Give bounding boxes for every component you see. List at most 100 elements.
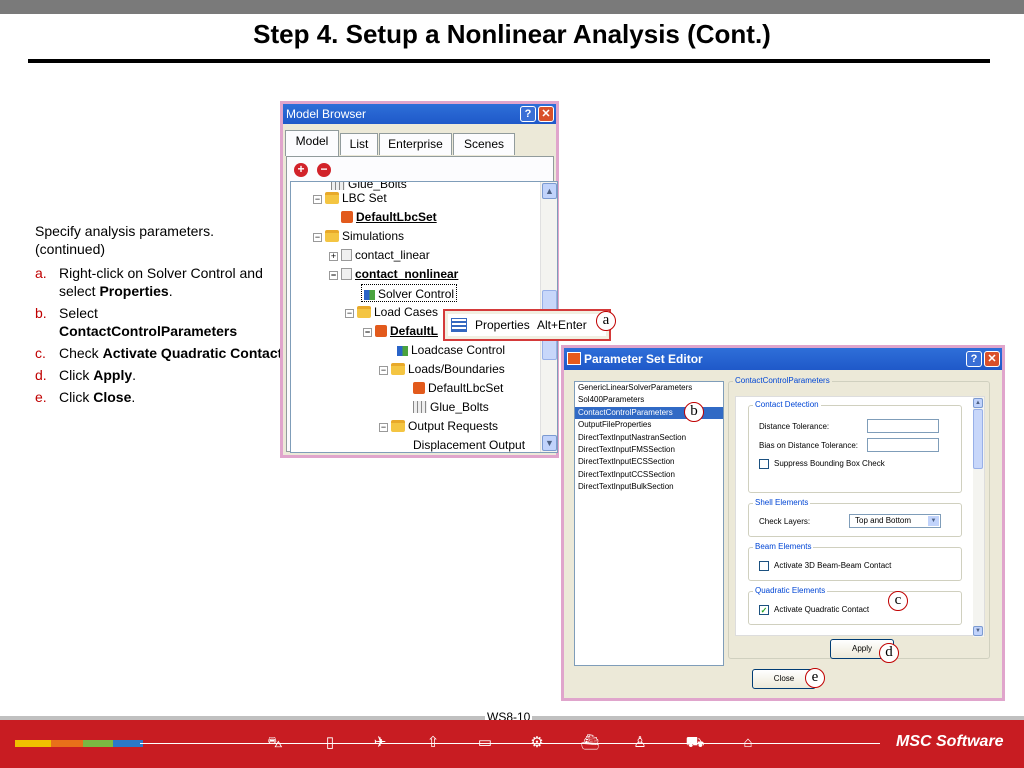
instructions-intro: Specify analysis parameters. — [35, 223, 214, 239]
scroll-up-icon[interactable]: ▲ — [542, 183, 557, 199]
quadratic-elements-fieldset: Quadratic Elements ✓ Activate Quadratic … — [748, 586, 962, 625]
callout-a: a — [596, 311, 616, 331]
step-marker: c. — [35, 345, 46, 361]
list-item[interactable]: OutputFileProperties — [575, 419, 723, 431]
parameter-scrollbar[interactable]: ▲ ▼ — [973, 397, 984, 637]
distance-tolerance-input[interactable] — [867, 419, 939, 433]
model-browser-title: Model Browser — [286, 107, 367, 121]
step-text: Select — [59, 305, 98, 321]
car-icon: ⛍ — [267, 734, 283, 751]
chevron-down-icon[interactable]: ▼ — [928, 516, 939, 526]
steps-list: a. Right-click on Solver Control and sele… — [35, 264, 285, 406]
help-button[interactable]: ? — [966, 351, 982, 367]
step-marker: a. — [35, 265, 47, 281]
list-item[interactable]: GenericLinearSolverParameters — [575, 382, 723, 394]
collapse-icon[interactable]: − — [313, 233, 322, 242]
distance-tolerance-label: Distance Tolerance: — [759, 422, 830, 431]
step-d: d. Click Apply. — [35, 366, 285, 384]
list-item[interactable]: DirectTextInputECSSection — [575, 456, 723, 468]
callout-e: e — [805, 668, 825, 688]
parameter-set-list: GenericLinearSolverParameters Sol400Para… — [574, 381, 724, 666]
bias-tolerance-input[interactable] — [867, 438, 939, 452]
step-bold: Activate Quadratic Contact — [102, 345, 283, 361]
activate-quadratic-checkbox[interactable]: ✓ — [759, 605, 769, 615]
collapse-icon[interactable]: − — [379, 423, 388, 432]
tree-item-displacement-output[interactable]: Displacement Output — [413, 436, 525, 452]
suppress-bounding-box-checkbox[interactable] — [759, 459, 769, 469]
folder-icon — [325, 230, 339, 242]
collapse-icon[interactable]: − — [345, 309, 354, 318]
tree-item-solver-control[interactable]: Solver Control — [361, 284, 458, 302]
footer-band — [0, 720, 1024, 768]
tree-item-loadcase-control[interactable]: Loadcase Control — [397, 341, 505, 359]
activate-3d-beam-checkbox[interactable] — [759, 561, 769, 571]
collapse-icon[interactable]: − — [363, 328, 372, 337]
model-tab-panel: + − Glue_Bolts − LBC Set DefaultLbcSet − S… — [286, 156, 558, 453]
scroll-down-icon[interactable]: ▼ — [542, 435, 557, 451]
lbc-icon — [341, 211, 353, 223]
activate-3d-beam-label: Activate 3D Beam-Beam Contact — [774, 561, 892, 570]
collapse-icon[interactable]: − — [329, 271, 338, 280]
tab-model[interactable]: Model — [285, 130, 339, 156]
collapse-icon[interactable]: − — [313, 195, 322, 204]
callout-c: c — [888, 591, 908, 611]
collapse-icon[interactable]: − — [379, 366, 388, 375]
close-button[interactable]: ✕ — [538, 106, 554, 122]
check-layers-select[interactable]: Top and Bottom ▼ — [849, 514, 941, 528]
control-icon — [364, 290, 375, 300]
close-button[interactable]: ✕ — [984, 351, 1000, 367]
help-button[interactable]: ? — [520, 106, 536, 122]
folder-icon — [325, 192, 339, 204]
step-bold: Properties — [99, 283, 169, 299]
tree-item-loads-boundaries[interactable]: − Loads/Boundaries — [379, 360, 505, 378]
tree-item-load-cases[interactable]: − Load Cases — [345, 303, 438, 321]
tree-item-default-lbc-set[interactable]: DefaultLbcSet — [341, 208, 437, 226]
tab-list[interactable]: List — [340, 133, 378, 155]
parameter-scroll-pane: Contact Detection Distance Tolerance: Bi… — [735, 396, 985, 637]
airplane-icon: ✈ — [373, 734, 387, 751]
tree-item-default-loadcase[interactable]: − DefaultL — [363, 322, 438, 340]
fieldset-label: Shell Elements — [753, 498, 811, 507]
scroll-up-icon[interactable]: ▲ — [973, 398, 983, 408]
tree-item-simulations[interactable]: − Simulations — [313, 227, 404, 245]
tree-item-output-requests[interactable]: − Output Requests — [379, 417, 498, 435]
truck-icon: ⛟ — [685, 734, 705, 751]
fieldset-label: Quadratic Elements — [753, 586, 828, 595]
tab-scenes[interactable]: Scenes — [453, 133, 515, 155]
folder-icon — [357, 306, 371, 318]
scroll-thumb[interactable] — [973, 409, 983, 469]
list-item[interactable]: DirectTextInputNastranSection — [575, 432, 723, 444]
tree-item-contact-nonlinear[interactable]: − contact_nonlinear — [329, 265, 458, 283]
tree-item-glue-bolts-2[interactable]: Glue_Bolts — [413, 398, 489, 416]
fieldset-label: Contact Detection — [753, 400, 821, 409]
tree-item-lbc-set[interactable]: − LBC Set — [313, 189, 387, 207]
parameter-set-editor-window: Parameter Set Editor ? ✕ GenericLinearSo… — [561, 345, 1005, 701]
remove-icon[interactable]: − — [317, 163, 331, 177]
expand-icon[interactable]: + — [329, 252, 338, 261]
color-stripe — [113, 740, 143, 747]
app-icon — [567, 352, 581, 365]
folder-icon — [391, 363, 405, 375]
menu-item-properties[interactable]: Properties Alt+Enter — [448, 314, 606, 336]
add-icon[interactable]: + — [294, 163, 308, 177]
tree-item-contact-linear[interactable]: + contact_linear — [329, 246, 430, 264]
model-browser-tabs: Model List Enterprise Scenes — [283, 130, 556, 156]
fieldset-label: Beam Elements — [753, 542, 814, 551]
tab-enterprise[interactable]: Enterprise — [379, 133, 452, 155]
step-tail: . — [132, 367, 137, 383]
step-bold: Apply — [93, 367, 133, 383]
menu-item-shortcut: Alt+Enter — [537, 318, 587, 332]
step-bold: ContactControlParameters — [59, 323, 238, 339]
list-item[interactable]: DirectTextInputCCSSection — [575, 469, 723, 481]
group-label: ContactControlParameters — [733, 376, 832, 385]
step-a: a. Right-click on Solver Control and sele… — [35, 264, 285, 300]
list-item[interactable]: DirectTextInputFMSSection — [575, 444, 723, 456]
tree-item-default-lbc-set-2[interactable]: DefaultLbcSet — [413, 379, 503, 397]
contact-control-group: ContactControlParameters Contact Detecti… — [728, 376, 990, 659]
list-item[interactable]: DirectTextInputBulkSection — [575, 481, 723, 493]
scroll-down-icon[interactable]: ▼ — [973, 626, 983, 636]
step-marker: e. — [35, 389, 47, 405]
step-marker: d. — [35, 367, 47, 383]
lbc-icon — [375, 325, 387, 337]
contact-detection-fieldset: Contact Detection Distance Tolerance: Bi… — [748, 400, 962, 493]
